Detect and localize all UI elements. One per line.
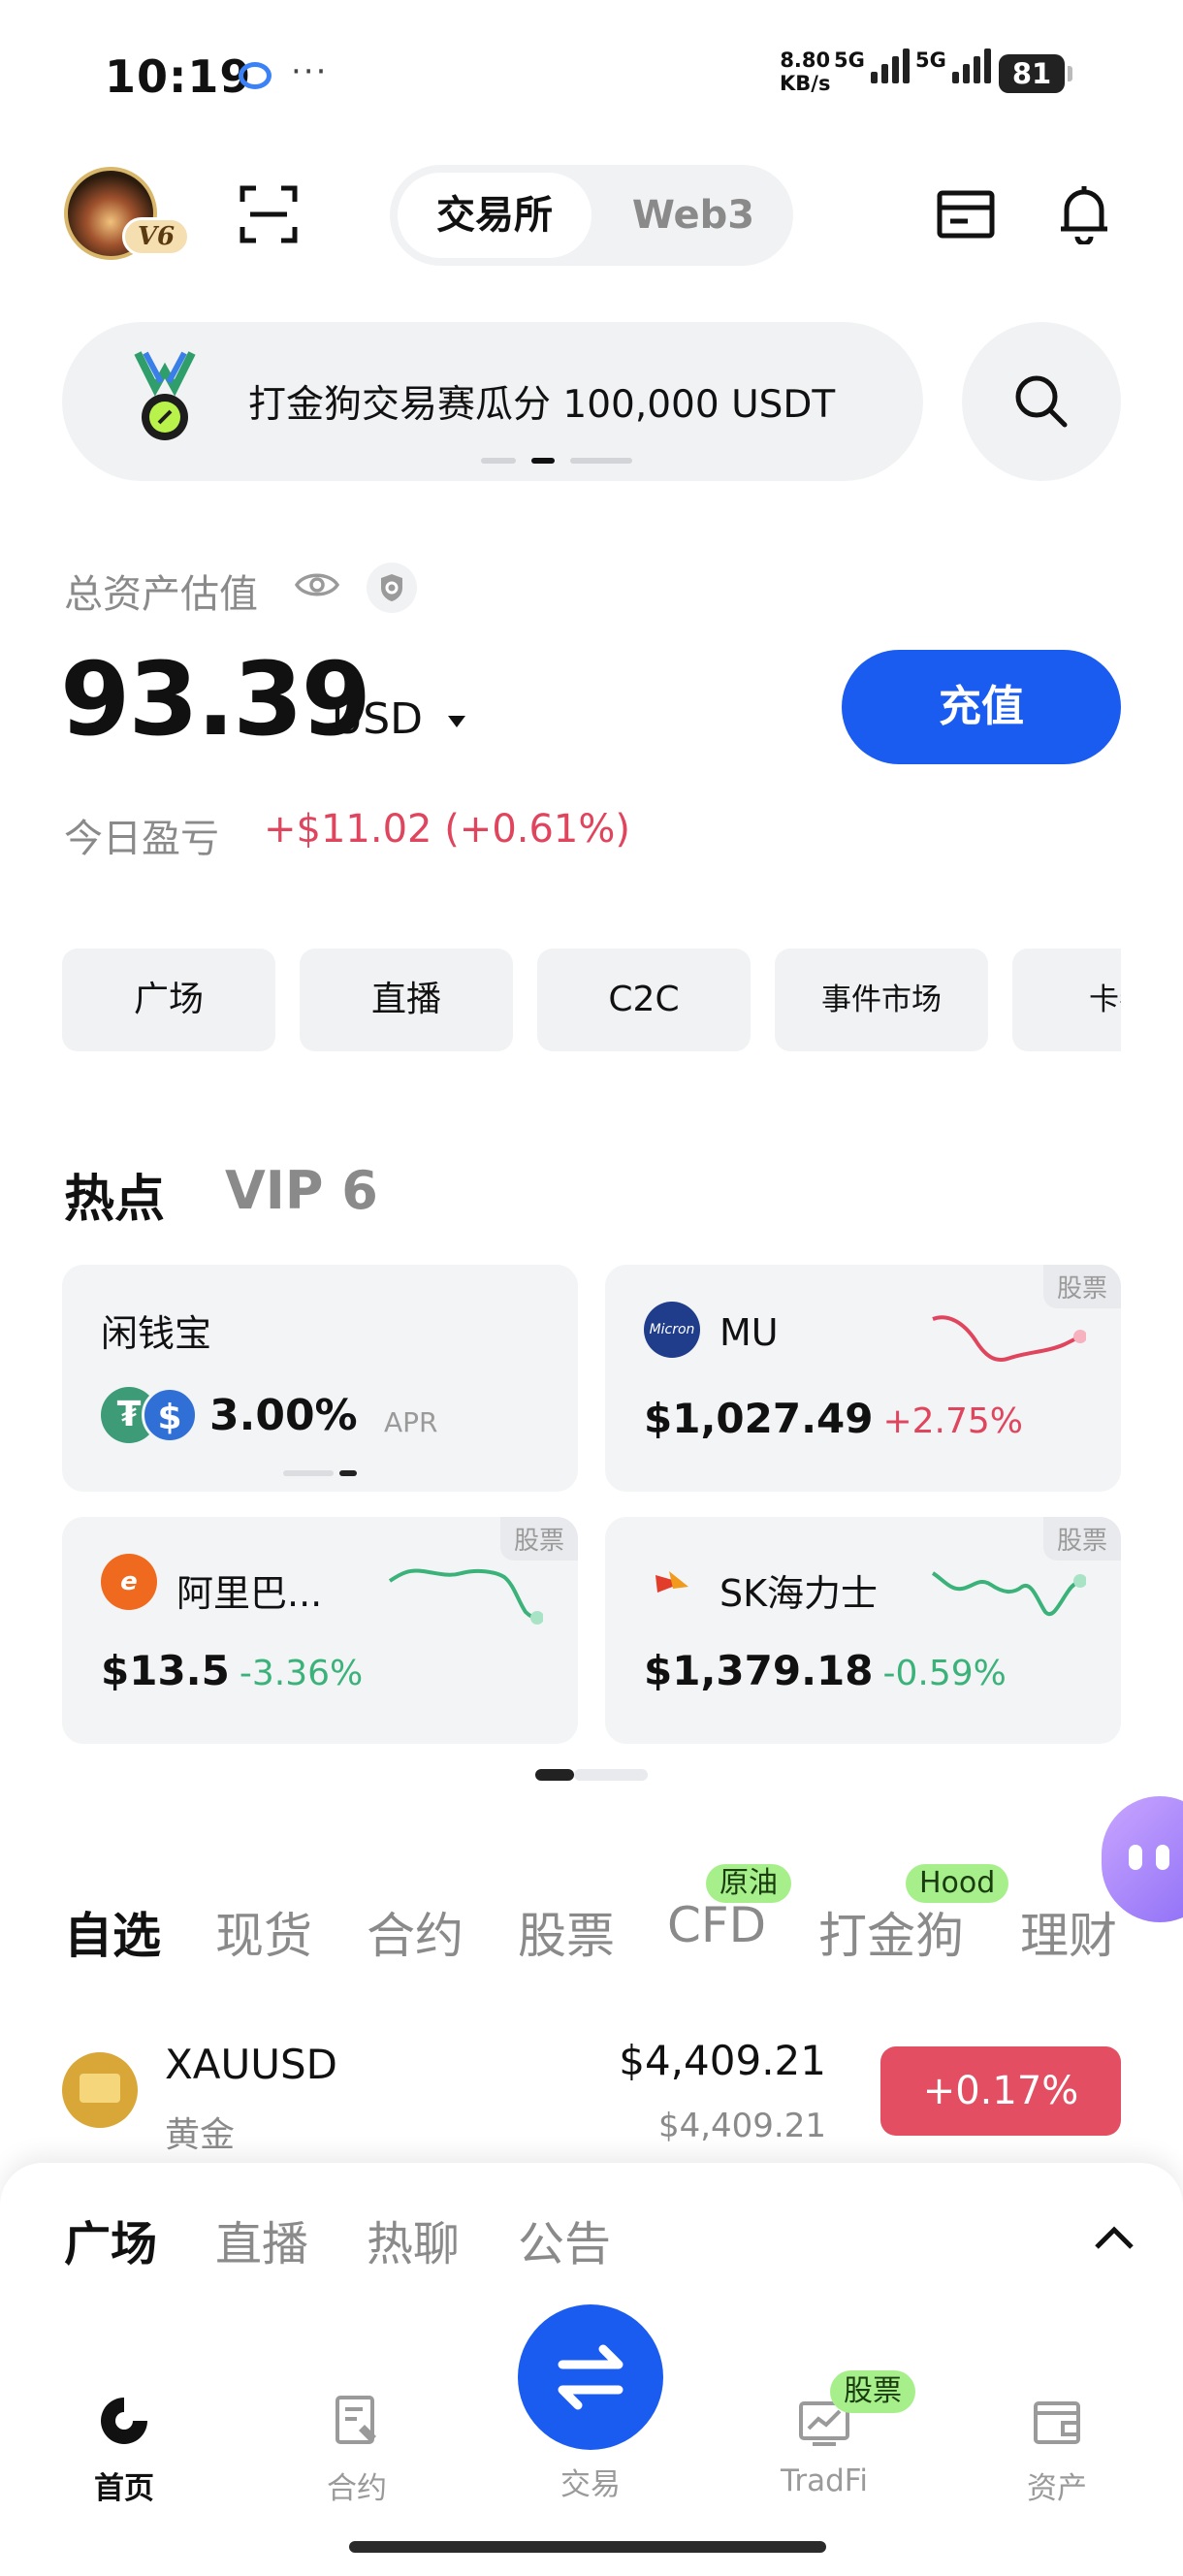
symbol: XAUUSD xyxy=(165,2041,337,2088)
stock-name: 阿里巴... xyxy=(176,1572,323,1615)
stock-card-alibaba[interactable]: 股票 e 阿里巴... $13.5 -3.36% xyxy=(62,1517,578,1744)
signal-sim2-icon: 5G xyxy=(915,48,991,83)
tab-favorites[interactable]: 自选 xyxy=(64,1897,161,1967)
savings-apr: 3.00% xyxy=(209,1391,358,1440)
status-bar: 10:19 ··· 8.80 KB/s 5G 5G 81 xyxy=(0,0,1183,145)
total-assets-label: 总资产估值 xyxy=(64,572,258,617)
network-speed: 8.80 KB/s xyxy=(780,48,831,95)
badge-hood: Hood xyxy=(906,1864,1009,1903)
today-pnl-value[interactable]: +$11.02 (+0.61%) xyxy=(264,807,630,852)
currency-selector[interactable]: USD xyxy=(332,694,423,744)
tab-exchange[interactable]: 交易所 xyxy=(398,173,592,258)
last-price: $4,409.21 xyxy=(619,2037,826,2084)
skhynix-logo xyxy=(644,1554,700,1610)
search-button[interactable] xyxy=(962,322,1121,481)
sheet-tab-announcements[interactable]: 公告 xyxy=(518,2206,611,2273)
stock-change: -3.36% xyxy=(239,1654,364,1693)
sheet-tab-chat[interactable]: 热聊 xyxy=(367,2206,460,2273)
savings-pagination xyxy=(283,1470,357,1476)
battery-icon: 81 xyxy=(999,54,1072,93)
banner-text: 打金狗交易赛瓜分 100,000 USDT xyxy=(248,383,836,427)
swap-icon xyxy=(558,2344,623,2410)
stock-name: MU xyxy=(719,1311,779,1354)
savings-card[interactable]: 闲钱宝 ₮ $ 3.00% APR xyxy=(62,1265,578,1492)
home-icon xyxy=(101,2398,147,2444)
hot-pagination xyxy=(535,1769,648,1781)
tab-vip[interactable]: VIP 6 xyxy=(225,1160,378,1221)
stock-card-mu[interactable]: 股票 Micron MU $1,027.49 +2.75% xyxy=(605,1265,1121,1492)
quick-links: 广场 直播 C2C 事件市场 卡券 xyxy=(62,949,1121,1051)
nav-assets[interactable]: 资产 xyxy=(979,2392,1135,2507)
badge-crude-oil: 原油 xyxy=(706,1864,791,1903)
exchange-web3-switch: 交易所 Web3 xyxy=(390,165,793,266)
chip-vouchers[interactable]: 卡券 xyxy=(1012,949,1121,1051)
sheet-tab-square[interactable]: 广场 xyxy=(64,2206,157,2273)
stock-tag: 股票 xyxy=(499,1517,578,1561)
stock-price: $1,027.49 +2.75% xyxy=(644,1395,1024,1442)
tab-earn[interactable]: 理财 xyxy=(1020,1897,1117,1967)
change-badge[interactable]: +0.17% xyxy=(880,2046,1121,2136)
chip-event-market[interactable]: 事件市场 xyxy=(775,949,988,1051)
tradfi-stocks-badge: 股票 xyxy=(830,2370,915,2413)
today-pnl-label: 今日盈亏 xyxy=(64,817,219,861)
card-icon[interactable] xyxy=(937,190,995,239)
sheet-tab-live[interactable]: 直播 xyxy=(215,2206,308,2273)
tab-futures[interactable]: 合约 xyxy=(367,1897,464,1967)
tab-meme[interactable]: 打金狗 xyxy=(818,1897,964,1967)
stock-card-skhynix[interactable]: 股票 SK海力士 $1,379.18 -0.59% xyxy=(605,1517,1121,1744)
stock-price: $13.5 -3.36% xyxy=(101,1647,364,1694)
stock-price: $1,379.18 -0.59% xyxy=(644,1647,1007,1694)
tab-cfd[interactable]: CFD xyxy=(667,1897,766,1953)
chip-live[interactable]: 直播 xyxy=(300,949,513,1051)
sparkline xyxy=(388,1568,543,1625)
eye-icon[interactable] xyxy=(295,570,339,599)
banner-pagination xyxy=(481,458,632,464)
more-notifications-icon: ··· xyxy=(291,52,329,91)
total-balance: 93.39 xyxy=(60,640,371,758)
sparkline xyxy=(932,1315,1086,1362)
tab-stocks[interactable]: 股票 xyxy=(518,1897,615,1967)
stock-change: +2.75% xyxy=(882,1401,1024,1441)
tab-spot[interactable]: 现货 xyxy=(215,1897,312,1967)
nav-home[interactable]: 首页 xyxy=(47,2392,202,2507)
chevron-up-icon[interactable] xyxy=(1094,2225,1135,2250)
scan-icon[interactable] xyxy=(239,184,299,244)
apr-label: APR xyxy=(384,1406,438,1438)
home-indicator[interactable] xyxy=(349,2541,826,2553)
symbol-name: 黄金 xyxy=(165,2115,236,2155)
gold-icon xyxy=(62,2052,138,2128)
savings-name: 闲钱宝 xyxy=(101,1312,212,1355)
bell-icon[interactable] xyxy=(1057,182,1111,244)
stock-name: SK海力士 xyxy=(719,1572,879,1615)
shield-icon[interactable] xyxy=(367,563,417,613)
chip-square[interactable]: 广场 xyxy=(62,949,275,1051)
futures-icon xyxy=(336,2396,376,2444)
tab-web3[interactable]: Web3 xyxy=(601,173,785,258)
search-icon xyxy=(1015,375,1068,428)
deposit-button[interactable]: 充值 xyxy=(842,650,1121,764)
nav-futures[interactable]: 合约 xyxy=(279,2392,434,2507)
chip-c2c[interactable]: C2C xyxy=(537,949,751,1051)
chat-notification-icon xyxy=(239,62,272,89)
nav-trade-button[interactable] xyxy=(518,2304,663,2450)
vip-level-badge: V6 xyxy=(122,217,190,256)
index-price: $4,409.21 xyxy=(657,2107,826,2145)
usdc-icon: $ xyxy=(142,1387,198,1443)
tab-hot[interactable]: 热点 xyxy=(64,1158,165,1231)
wallet-icon xyxy=(1034,2401,1080,2444)
stock-tag: 股票 xyxy=(1042,1265,1121,1308)
micron-logo: Micron xyxy=(644,1302,700,1358)
promo-banner[interactable]: 打金狗交易赛瓜分 100,000 USDT xyxy=(62,322,923,481)
nav-trade-label: 交易 xyxy=(560,2467,621,2502)
stock-change: -0.59% xyxy=(882,1654,1007,1693)
stock-tag: 股票 xyxy=(1042,1517,1121,1561)
caret-down-icon[interactable] xyxy=(448,716,465,727)
alibaba-logo: e xyxy=(101,1554,157,1610)
status-time: 10:19 xyxy=(105,50,252,103)
medal-icon xyxy=(134,351,196,440)
sparkline xyxy=(931,1571,1086,1616)
signal-sim1-icon: 5G xyxy=(834,48,910,83)
